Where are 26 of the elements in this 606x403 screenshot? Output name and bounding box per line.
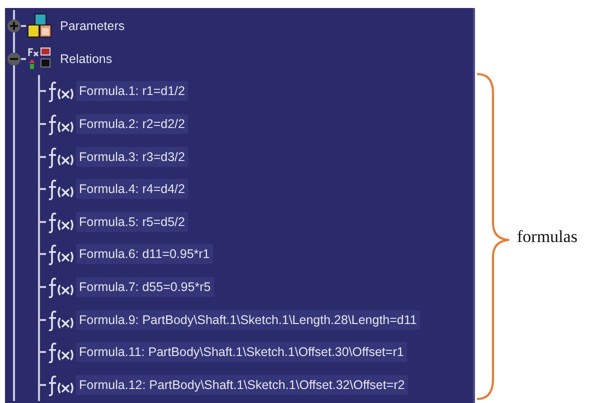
function-icon <box>46 177 74 202</box>
collapse-icon[interactable] <box>7 52 21 66</box>
formula-item[interactable]: Formula.4: r4=d4/2 <box>76 179 188 200</box>
formula-item[interactable]: Formula.2: r2=d2/2 <box>76 114 188 134</box>
formula-item[interactable]: Formula.6: d11=0.95*r1 <box>76 244 213 264</box>
formula-item[interactable]: Formula.3: r3=d3/2 <box>76 146 188 167</box>
function-icon <box>46 144 74 169</box>
expand-icon[interactable] <box>7 19 21 34</box>
function-icon <box>46 112 74 136</box>
formula-item[interactable]: Formula.11: PartBody\Shaft.1\Sketch.1\Offset.30\Offset=r1 <box>76 342 407 362</box>
annotation-label: formulas <box>517 226 578 246</box>
function-icon <box>46 242 74 266</box>
function-icon <box>46 79 74 104</box>
parameters-icon <box>26 13 54 40</box>
formula-item[interactable]: Formula.9: PartBody\Shaft.1\Sketch.1\Length.28\Length=d11 <box>76 310 420 330</box>
formula-item[interactable]: Formula.12: PartBody\Shaft.1\Sketch.1\Offset.32\Offset=r2 <box>76 374 408 395</box>
function-icon <box>46 308 74 332</box>
tree-item[interactable]: Relations <box>57 48 116 69</box>
function-icon <box>46 372 74 397</box>
formula-item[interactable]: Formula.5: r5=d5/2 <box>76 212 188 232</box>
tree-item[interactable]: Parameters <box>57 16 128 36</box>
function-icon <box>46 340 74 364</box>
function-icon <box>46 210 74 234</box>
function-icon <box>46 275 74 300</box>
formula-item[interactable]: Formula.1: r1=d1/2 <box>76 81 188 102</box>
formula-item[interactable]: Formula.7: d55=0.95*r5 <box>76 277 214 298</box>
